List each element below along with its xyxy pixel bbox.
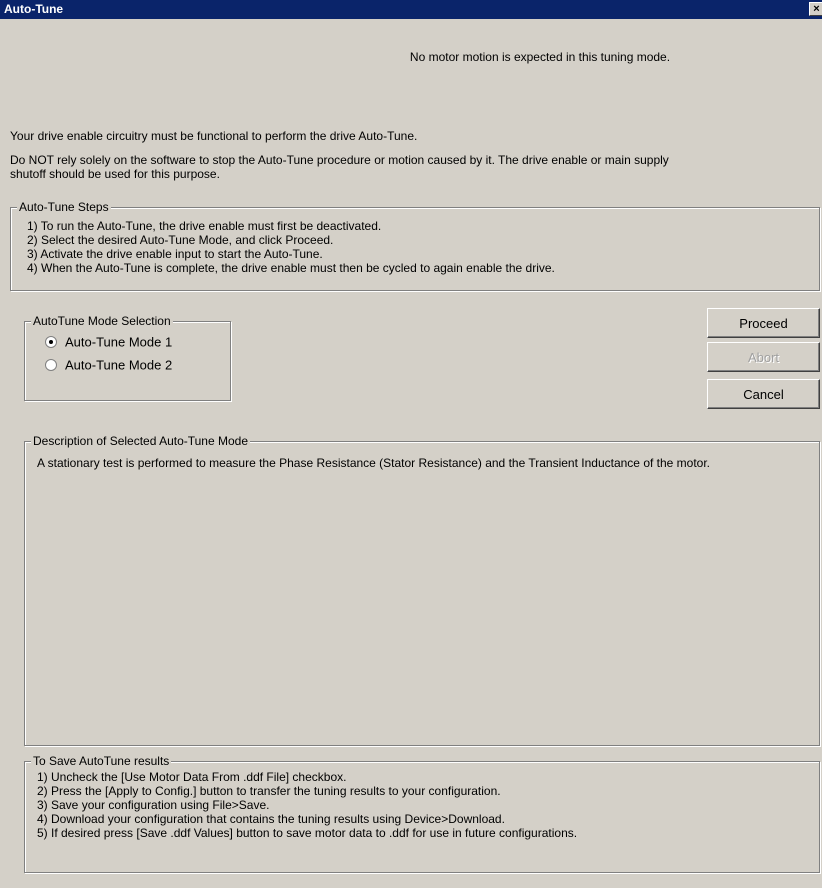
enable-circuitry-notice: Your drive enable circuitry must be func… <box>10 129 418 143</box>
steps-list: 1) To run the Auto-Tune, the drive enabl… <box>27 219 555 275</box>
window-title: Auto-Tune <box>4 2 64 16</box>
warning-line-1: Do NOT rely solely on the software to st… <box>10 153 669 167</box>
save-step-item: 4) Download your configuration that cont… <box>37 812 505 826</box>
description-group: Description of Selected Auto-Tune Mode A… <box>24 434 820 746</box>
mode-2-option[interactable]: Auto-Tune Mode 2 <box>45 357 172 373</box>
mode-2-radio[interactable] <box>45 358 57 371</box>
step-item: 4) When the Auto-Tune is complete, the d… <box>27 261 555 275</box>
close-button[interactable]: × <box>809 2 822 16</box>
auto-tune-dialog: Auto-Tune × No motor motion is expected … <box>0 0 822 888</box>
step-item: 3) Activate the drive enable input to st… <box>27 247 323 261</box>
abort-button[interactable]: Abort <box>707 342 820 372</box>
step-item: 1) To run the Auto-Tune, the drive enabl… <box>27 219 382 233</box>
mode-1-option[interactable]: Auto-Tune Mode 1 <box>45 334 172 350</box>
save-step-item: 3) Save your configuration using File>Sa… <box>37 798 270 812</box>
save-step-item: 1) Uncheck the [Use Motor Data From .ddf… <box>37 770 347 784</box>
save-step-item: 2) Press the [Apply to Config.] button t… <box>37 784 501 798</box>
save-steps-list: 1) Uncheck the [Use Motor Data From .ddf… <box>37 770 577 840</box>
auto-tune-steps-group: Auto-Tune Steps 1) To run the Auto-Tune,… <box>10 200 820 291</box>
description-legend: Description of Selected Auto-Tune Mode <box>31 434 251 448</box>
mode-2-label[interactable]: Auto-Tune Mode 2 <box>65 357 172 372</box>
mode-1-radio[interactable] <box>45 335 57 348</box>
mode-1-label[interactable]: Auto-Tune Mode 1 <box>65 334 172 349</box>
step-item: 2) Select the desired Auto-Tune Mode, an… <box>27 233 334 247</box>
warning-line-2: shutoff should be used for this purpose. <box>10 167 220 181</box>
mode-selection-group: AutoTune Mode Selection Auto-Tune Mode 1… <box>24 314 231 401</box>
proceed-button[interactable]: Proceed <box>707 308 820 338</box>
save-step-item: 5) If desired press [Save .ddf Values] b… <box>37 826 578 840</box>
save-results-legend: To Save AutoTune results <box>31 754 172 768</box>
description-text: A stationary test is performed to measur… <box>37 456 711 470</box>
motion-notice: No motor motion is expected in this tuni… <box>409 50 671 64</box>
auto-tune-steps-legend: Auto-Tune Steps <box>17 200 111 214</box>
mode-selection-legend: AutoTune Mode Selection <box>31 314 173 328</box>
cancel-button[interactable]: Cancel <box>707 379 820 409</box>
save-results-group: To Save AutoTune results 1) Uncheck the … <box>24 754 820 873</box>
title-bar[interactable]: Auto-Tune × <box>0 0 822 19</box>
